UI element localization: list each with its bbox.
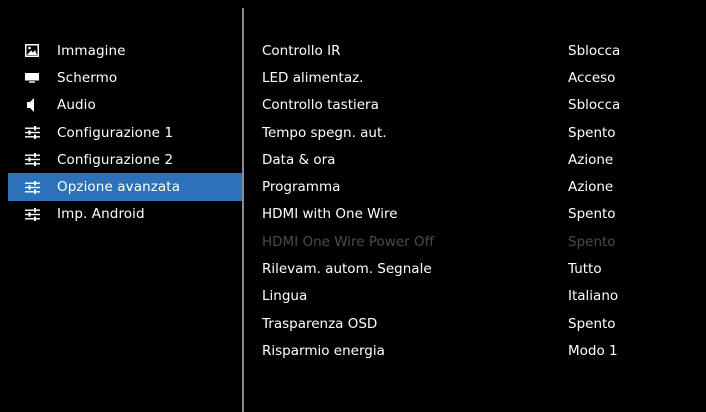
setting-value: Acceso	[568, 69, 616, 86]
category-sidebar: Immagine Schermo Audio Configurazione 1 …	[0, 0, 242, 412]
setting-label: Controllo tastiera	[262, 97, 379, 114]
setting-label: HDMI with One Wire	[262, 206, 398, 223]
setting-programma[interactable]: Programma Azione	[262, 173, 662, 200]
setting-label: Tempo spegn. aut.	[262, 124, 387, 141]
setting-controllo-ir[interactable]: Controllo IR Sblocca	[262, 37, 662, 64]
setting-value: Tutto	[568, 261, 602, 278]
sidebar-item-label: Immagine	[57, 42, 126, 59]
sidebar-item-imp-android[interactable]: Imp. Android	[8, 201, 242, 228]
setting-controllo-tastiera[interactable]: Controllo tastiera Sblocca	[262, 92, 662, 119]
setting-value: Spento	[568, 315, 616, 332]
setting-value: Azione	[568, 151, 614, 168]
sidebar-item-label: Opzione avanzata	[57, 179, 181, 196]
image-icon	[24, 43, 40, 59]
setting-hdmi-one-wire-power-off: HDMI One Wire Power Off Spento	[262, 228, 662, 255]
sidebar-item-label: Schermo	[57, 69, 118, 86]
category-list: Immagine Schermo Audio Configurazione 1 …	[8, 37, 242, 228]
sliders-icon	[24, 152, 40, 168]
setting-value: Spento	[568, 206, 616, 223]
sliders-icon	[24, 179, 40, 195]
setting-label: Risparmio energia	[262, 342, 385, 359]
setting-tempo-spegn-aut[interactable]: Tempo spegn. aut. Spento	[262, 119, 662, 146]
setting-data-ora[interactable]: Data & ora Azione	[262, 146, 662, 173]
setting-value: Italiano	[568, 288, 619, 305]
setting-lingua[interactable]: Lingua Italiano	[262, 283, 662, 310]
setting-label: Programma	[262, 179, 341, 196]
settings-list: Controllo IR Sblocca LED alimentaz. Acce…	[262, 37, 662, 365]
setting-value: Azione	[568, 179, 614, 196]
setting-value: Spento	[568, 233, 616, 250]
sidebar-item-configurazione-2[interactable]: Configurazione 2	[8, 146, 242, 173]
setting-rilevam-autom-segnale[interactable]: Rilevam. autom. Segnale Tutto	[262, 255, 662, 282]
setting-value: Modo 1	[568, 342, 618, 359]
speaker-icon	[24, 97, 40, 113]
setting-hdmi-with-one-wire[interactable]: HDMI with One Wire Spento	[262, 201, 662, 228]
sidebar-item-label: Configurazione 1	[57, 124, 174, 141]
sliders-icon	[24, 125, 40, 141]
setting-label: Lingua	[262, 288, 308, 305]
setting-label: Controllo IR	[262, 42, 341, 59]
setting-risparmio-energia[interactable]: Risparmio energia Modo 1	[262, 337, 662, 364]
screen-icon	[24, 70, 40, 86]
setting-trasparenza-osd[interactable]: Trasparenza OSD Spento	[262, 310, 662, 337]
setting-label: Rilevam. autom. Segnale	[262, 261, 432, 278]
sidebar-item-opzione-avanzata[interactable]: Opzione avanzata	[8, 173, 242, 201]
setting-value: Spento	[568, 124, 616, 141]
setting-label: Data & ora	[262, 151, 336, 168]
setting-label: LED alimentaz.	[262, 69, 364, 86]
setting-label: Trasparenza OSD	[262, 315, 378, 332]
sliders-icon	[24, 206, 40, 222]
sidebar-item-label: Configurazione 2	[57, 151, 174, 168]
panel-divider	[242, 8, 244, 412]
sidebar-item-schermo[interactable]: Schermo	[8, 64, 242, 91]
sidebar-item-label: Audio	[57, 97, 96, 114]
sidebar-item-immagine[interactable]: Immagine	[8, 37, 242, 64]
sidebar-item-audio[interactable]: Audio	[8, 92, 242, 119]
osd-menu-screen: Immagine Schermo Audio Configurazione 1 …	[0, 0, 706, 412]
setting-label: HDMI One Wire Power Off	[262, 233, 434, 250]
setting-value: Sblocca	[568, 97, 621, 114]
sidebar-item-configurazione-1[interactable]: Configurazione 1	[8, 119, 242, 146]
setting-value: Sblocca	[568, 42, 621, 59]
sidebar-item-label: Imp. Android	[57, 206, 145, 223]
setting-led-alimentaz[interactable]: LED alimentaz. Acceso	[262, 64, 662, 91]
